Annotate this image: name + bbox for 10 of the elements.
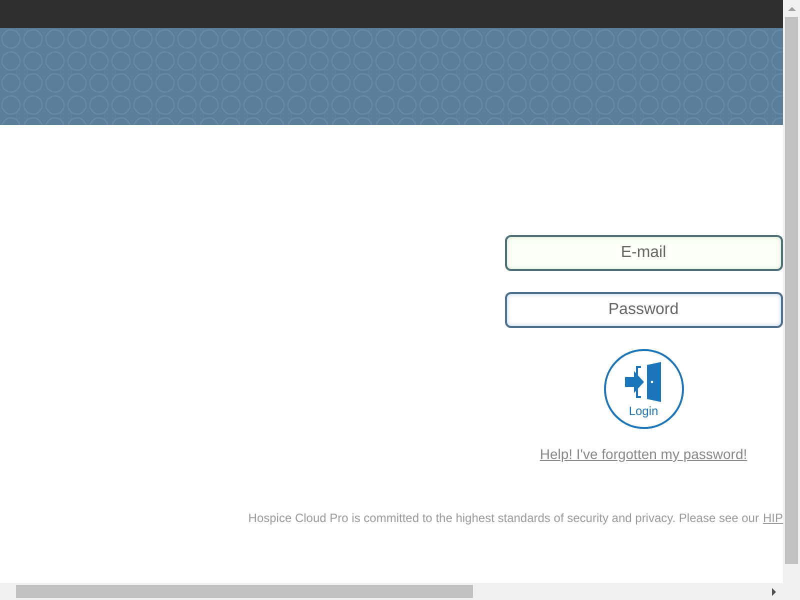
- forgot-password-link[interactable]: Help! I've forgotten my password!: [540, 444, 748, 465]
- password-field[interactable]: Password: [504, 292, 782, 328]
- scroll-up-arrow-icon[interactable]: [788, 5, 796, 13]
- email-field[interactable]: E-mail: [504, 235, 782, 271]
- horizontal-scrollbar[interactable]: [0, 583, 783, 600]
- scroll-right-arrow-icon[interactable]: [770, 588, 778, 596]
- login-button[interactable]: Login: [604, 349, 684, 429]
- vertical-scrollbar[interactable]: [783, 0, 800, 600]
- hipaa-link[interactable]: HIP: [762, 509, 783, 527]
- security-notice: Hospice Cloud Pro is committed to the highest standards of security and privacy. Please see our: [248, 510, 759, 527]
